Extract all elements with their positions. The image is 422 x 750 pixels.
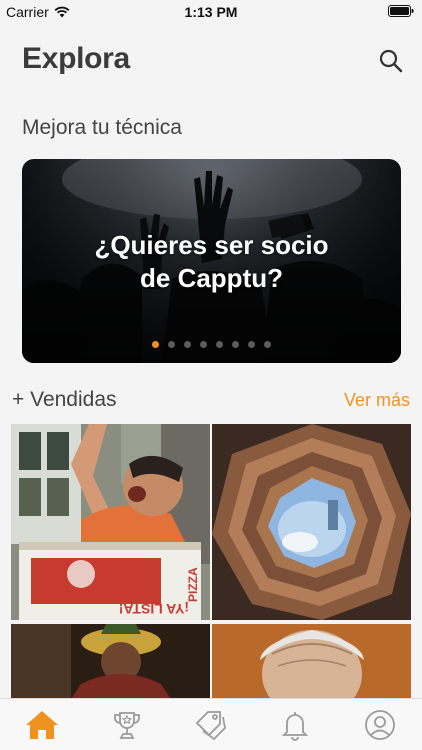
elderly-man-portrait-photo <box>212 624 411 699</box>
spiral-building-looking-up-photo <box>212 424 411 620</box>
pizza-box-label: PIZZA <box>186 567 200 602</box>
carousel-page-indicator <box>22 341 401 348</box>
tab-bar <box>0 698 422 750</box>
tab-profile[interactable] <box>358 705 402 745</box>
profile-icon <box>364 709 395 740</box>
carousel-dot[interactable] <box>248 341 255 348</box>
carousel-headline-line2: de Capptu? <box>140 263 283 293</box>
photo-tile-costume[interactable] <box>11 624 210 699</box>
home-icon <box>26 710 59 739</box>
photo-tile-elderly-man[interactable] <box>212 624 411 699</box>
tab-notifications[interactable] <box>273 705 317 745</box>
header: Explora <box>22 42 406 82</box>
photo-tile-spiral-building[interactable] <box>212 424 411 620</box>
photo-tile-boy-pizza[interactable]: PIZZA ¡YA LISTA! <box>11 424 210 620</box>
carousel-dot[interactable] <box>216 341 223 348</box>
boy-with-pizza-box-photo: PIZZA ¡YA LISTA! <box>11 424 210 620</box>
promo-carousel[interactable]: ¿Quieres ser socio de Capptu? <box>22 159 401 363</box>
tags-icon <box>195 710 226 740</box>
see-more-link[interactable]: Ver más <box>344 390 410 411</box>
page-title: Explora <box>22 42 130 75</box>
trophy-icon <box>113 711 140 739</box>
carousel-headline-line1: ¿Quieres ser socio <box>94 230 329 260</box>
bell-icon <box>282 711 309 741</box>
bestsellers-grid: PIZZA ¡YA LISTA! <box>11 424 411 699</box>
person-in-costume-photo <box>11 624 210 699</box>
carousel-headline: ¿Quieres ser socio de Capptu? <box>22 229 401 295</box>
search-icon <box>379 49 403 73</box>
tab-tags[interactable] <box>189 705 233 745</box>
status-bar: Carrier 1:13 PM <box>0 0 422 24</box>
search-button[interactable] <box>376 46 406 76</box>
battery-icon <box>388 5 414 17</box>
technique-section-title: Mejora tu técnica <box>22 116 182 139</box>
carousel-dot[interactable] <box>200 341 207 348</box>
carousel-dot[interactable] <box>232 341 239 348</box>
clock: 1:13 PM <box>184 4 238 20</box>
carousel-dot[interactable] <box>184 341 191 348</box>
pizza-box-slogan: ¡YA LISTA! <box>119 601 189 617</box>
tab-rankings[interactable] <box>105 705 149 745</box>
carousel-dot[interactable] <box>152 341 159 348</box>
bestsellers-title: + Vendidas <box>12 388 117 411</box>
carousel-dot[interactable] <box>264 341 271 348</box>
tab-home[interactable] <box>20 705 64 745</box>
carousel-dot[interactable] <box>168 341 175 348</box>
